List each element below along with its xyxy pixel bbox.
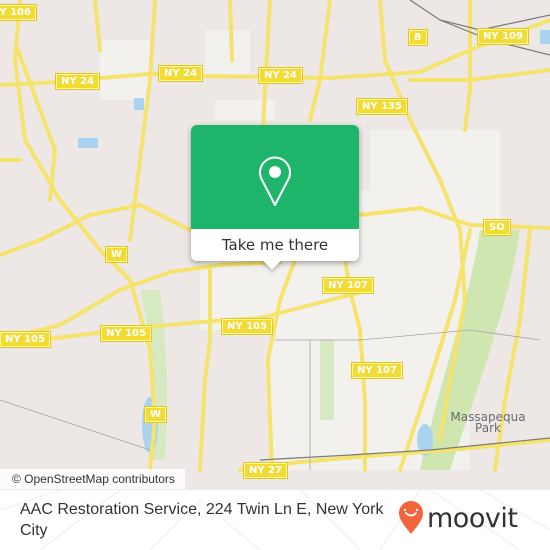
road-label-ny106: NY 106 (0, 5, 36, 20)
road-label-ny105: NY 105 (222, 319, 272, 334)
road-label-b: B (409, 30, 427, 45)
road-label-w: W (145, 407, 167, 422)
popup-header (191, 125, 359, 229)
location-popup: Take me there (191, 125, 359, 270)
road-label-w: W (106, 247, 128, 262)
road-label-ny135: NY 135 (357, 99, 407, 114)
moovit-logo[interactable]: moovit (398, 500, 518, 536)
road-label-ny107: NY 107 (352, 363, 402, 378)
location-address: AAC Restoration Service, 224 Twin Ln E, … (20, 501, 384, 539)
road-label-so: SO (484, 220, 510, 235)
road-label-ny24: NY 24 (159, 66, 203, 81)
road-label-ny105: NY 105 (101, 326, 151, 341)
road-label-ny105: NY 105 (0, 332, 50, 347)
road-label-ny24: NY 24 (259, 68, 303, 83)
road-label-ny109: NY 109 (478, 29, 528, 44)
map-attribution[interactable]: © OpenStreetMap contributors (0, 469, 185, 489)
map-view[interactable]: NY 106 NY 24 NY 24 NY 24 B NY 109 NY 135… (0, 0, 550, 490)
place-label-massapequa-park: Massapequa Park (450, 410, 526, 435)
road-label-ny27: NY 27 (244, 463, 288, 478)
location-pin-icon (259, 156, 291, 206)
moovit-pin-icon (399, 501, 423, 534)
moovit-wordmark: moovit (427, 502, 518, 534)
road-label-ny107: NY 107 (323, 278, 373, 293)
take-me-there-button[interactable]: Take me there (191, 229, 359, 261)
road-label-ny24: NY 24 (56, 74, 100, 89)
